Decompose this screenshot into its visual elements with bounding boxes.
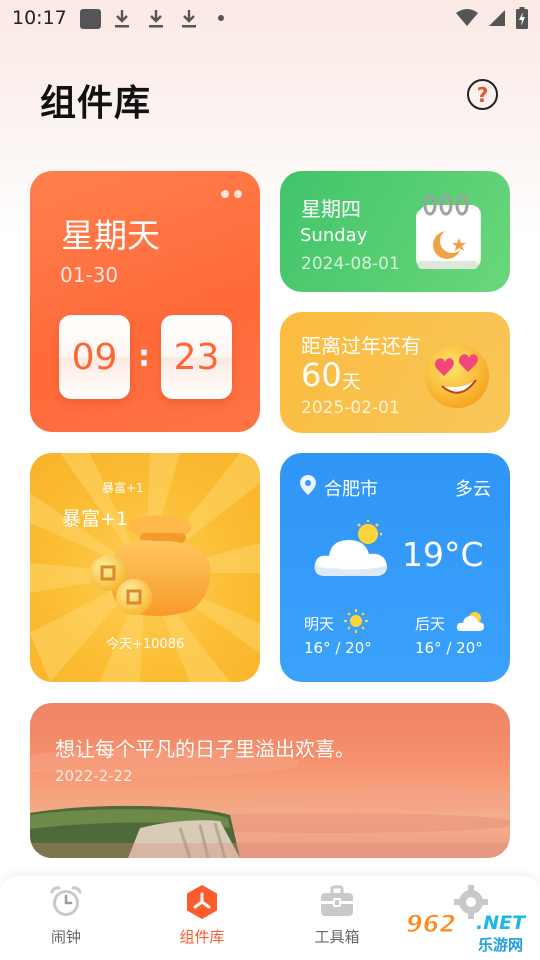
alarm-clock-icon (50, 886, 82, 916)
date-weekday: 星期四 (301, 197, 361, 221)
forecast-tomorrow-temp: 16° / 20° (304, 639, 372, 657)
location-pin-icon (300, 475, 316, 495)
nav-item-toolbox[interactable]: 工具箱 (292, 884, 382, 954)
more-options-icon[interactable] (221, 190, 242, 198)
weather-city: 合肥市 (324, 479, 378, 500)
status-bar: 10:17 (0, 0, 540, 36)
watermark-net: .NET (476, 912, 526, 934)
forecast-after-label: 后天 (415, 615, 446, 633)
toolbox-icon (321, 885, 353, 916)
countdown-unit: 天 (342, 371, 362, 393)
date-full: 2024-08-01 (301, 254, 400, 274)
countdown-date: 2025-02-01 (301, 398, 400, 418)
rich-widget-card[interactable]: 暴富+1 暴富+1 今天+10086 (30, 453, 260, 682)
site-watermark-logo: 962 .NET 乐游网 (402, 910, 536, 956)
heart-eyes-emoji-icon (425, 344, 489, 408)
weather-widget-card[interactable]: 合肥市 多云 19°C 明天 后天 16° / 20° 16° / 20° (280, 453, 510, 682)
calendar-icon (416, 194, 481, 269)
countdown-widget-card[interactable]: 距离过年还有 60 天 2025-02-01 (280, 312, 510, 433)
signal-icon (489, 10, 505, 26)
download-icon (115, 10, 129, 28)
quote-text: 想让每个平凡的日子里溢出欢喜。 (55, 737, 355, 761)
nav-label-toolbox: 工具箱 (314, 928, 360, 946)
notification-app-icon (80, 9, 101, 29)
forecast-after-temp: 16° / 20° (415, 639, 483, 657)
status-icons (456, 7, 528, 29)
weather-condition: 多云 (455, 479, 491, 500)
watermark-number: 962 (405, 910, 457, 939)
date-widget-card[interactable]: 星期四 Sunday 2024-08-01 (280, 171, 510, 292)
nav-item-widgets[interactable]: 组件库 (157, 884, 247, 954)
rich-today-text: 今天+10086 (106, 637, 185, 652)
flip-hour: 09 (59, 315, 130, 399)
week-date: 01-30 (60, 263, 119, 287)
sunny-icon (344, 609, 368, 633)
week-clock-widget-card[interactable]: 星期天 01-30 09 : 23 (30, 171, 260, 432)
watermark-cn: 乐游网 (478, 936, 524, 954)
flip-minute: 23 (161, 315, 232, 399)
weather-temperature: 19°C (402, 535, 484, 574)
battery-icon (516, 7, 528, 29)
countdown-days: 60 (301, 356, 342, 394)
time-separator: : (138, 339, 150, 374)
week-day: 星期天 (61, 216, 160, 255)
date-weekday-en: Sunday (300, 225, 368, 246)
page-title: 组件库 (40, 83, 152, 124)
nav-label-widgets: 组件库 (179, 928, 225, 946)
quote-widget-card[interactable]: 想让每个平凡的日子里溢出欢喜。 2022-2-22 (30, 703, 510, 858)
more-notifications-dot-icon (218, 15, 224, 21)
download-icon (149, 10, 163, 28)
download-icon (182, 10, 196, 28)
help-icon: ? (476, 82, 489, 107)
quote-date: 2022-2-22 (55, 767, 133, 785)
nav-item-alarm[interactable]: 闹钟 (21, 884, 111, 954)
wifi-icon (456, 9, 478, 26)
rich-small-text: 暴富+1 (102, 481, 144, 495)
help-button[interactable]: ? (467, 79, 498, 110)
widget-icon (187, 885, 217, 919)
partly-cloudy-icon (314, 520, 387, 576)
nav-label-alarm: 闹钟 (50, 928, 81, 946)
countdown-label: 距离过年还有 (301, 334, 421, 358)
forecast-tomorrow-label: 明天 (304, 615, 335, 633)
partly-cloudy-small-icon (456, 612, 484, 631)
money-bag-icon (90, 515, 211, 616)
status-time: 10:17 (12, 7, 67, 29)
